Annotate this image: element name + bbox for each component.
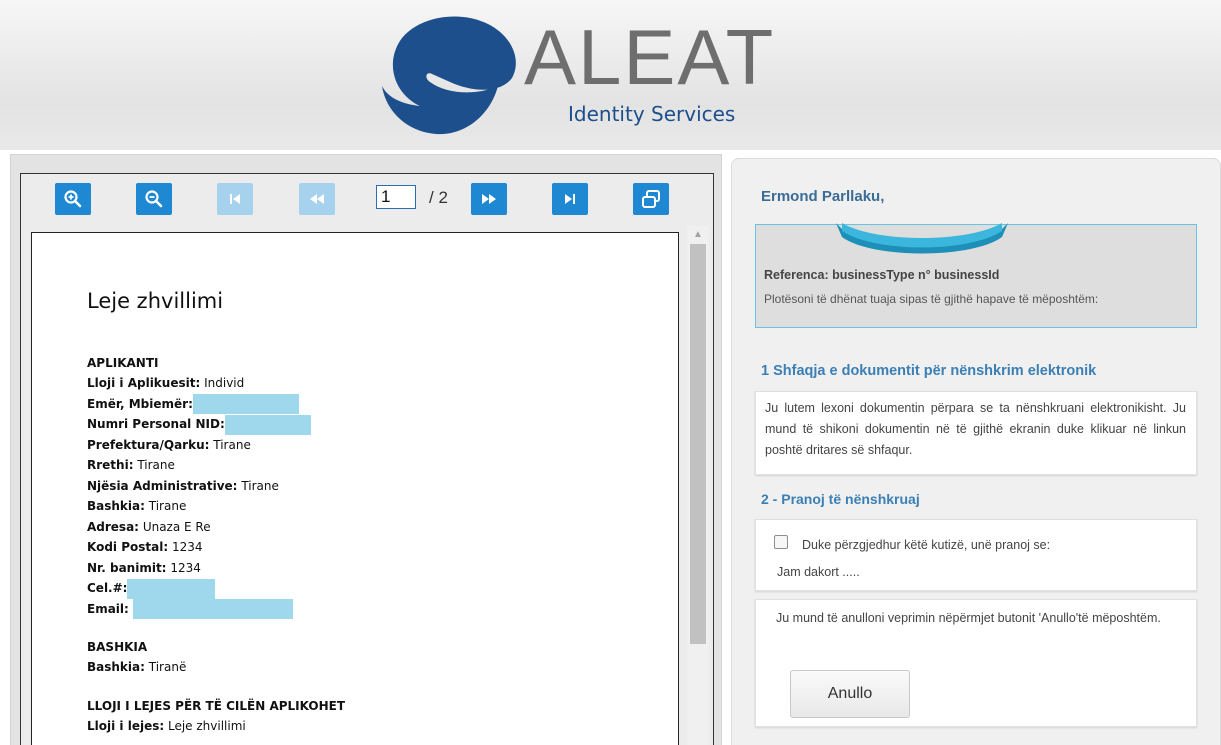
applicant-heading: APLIKANTI	[87, 356, 159, 370]
doc-field-district: Rrethi: Tirane	[87, 458, 175, 472]
scroll-up-arrow-icon[interactable]: ▲	[687, 226, 709, 244]
fullscreen-icon	[642, 190, 660, 208]
last-page-button[interactable]	[552, 183, 588, 215]
first-page-icon	[230, 194, 240, 204]
doc-field-building-no: Nr. banimit: 1234	[87, 560, 201, 575]
doc-field-bashkia: Bashkia: Tiranë	[87, 660, 187, 674]
permit-type-heading: LLOJI I LEJES PËR TË CILËN APLIKOHET	[87, 698, 346, 713]
doc-field-prefecture: Prefektura/Qarku: Tirane	[87, 437, 251, 452]
municipality-heading: BASHKIA	[87, 640, 148, 654]
doc-field-email: Email:	[87, 599, 647, 619]
cancel-card: Ju mund të anulloni veprimin nëpërmjet b…	[755, 599, 1197, 727]
next-page-button[interactable]	[471, 183, 507, 215]
step2-card: Duke përzgjedhur këtë kutizë, unë pranoj…	[755, 519, 1197, 591]
viewer-toolbar: / 2	[21, 174, 713, 226]
scrollbar-thumb[interactable]	[690, 244, 706, 644]
ribbon-icon	[836, 223, 1008, 254]
agree-text: Jam dakort .....	[777, 565, 860, 579]
redacted-name	[192, 394, 299, 414]
document-scrollbar[interactable]: ▲	[687, 226, 709, 745]
logo-tagline: Identity Services	[568, 102, 736, 126]
page-total: / 2	[429, 188, 448, 207]
cancel-info-text: Ju mund të anulloni veprimin nëpërmjet b…	[776, 611, 1161, 625]
instructions-text: Plotësoni të dhënat tuaja sipas të gjith…	[764, 292, 1099, 306]
step2-title: 2 - Pranoj të nënshkruaj	[761, 491, 920, 507]
zoom-in-button[interactable]	[55, 183, 91, 215]
zoom-in-icon	[64, 190, 82, 208]
doc-field-address: Adresa: Unaza E Re	[87, 519, 211, 534]
step1-card: Ju lutem lexoni dokumentin përpara se ta…	[755, 391, 1197, 475]
logo-wordmark: ALEAT	[524, 13, 776, 101]
last-page-icon	[565, 194, 575, 204]
step1-text: Ju lutem lexoni dokumentin përpara se ta…	[765, 401, 1186, 457]
doc-field-phone: Cel.#:	[87, 578, 647, 599]
header: ALEAT Identity Services	[0, 0, 1221, 150]
first-page-button[interactable]	[217, 183, 253, 215]
redacted-phone	[127, 578, 216, 599]
agree-checkbox-label[interactable]: Duke përzgjedhur këtë kutizë, unë pranoj…	[802, 538, 1050, 552]
document-body: APLIKANTI Lloji i Aplikuesit: Individ Em…	[87, 353, 647, 736]
previous-page-button[interactable]	[299, 183, 335, 215]
zoom-out-icon	[145, 190, 163, 208]
reference-text: Referenca: businessType n° businessId	[764, 268, 1000, 282]
doc-field-nid: Numri Personal NID:	[87, 414, 647, 435]
doc-field-applicant-type: Lloji i Aplikuesit: Individ	[87, 376, 245, 390]
doc-field-name: Emër, Mbiemër:	[87, 394, 647, 414]
logo-e-icon	[382, 16, 516, 135]
doc-field-permit-type: Lloji i lejes: Leje zhvillimi	[87, 718, 246, 733]
next-page-icon	[482, 194, 496, 204]
document-viewer: / 2 Leje zhvillimi APLIKANTI Lloji i Apl…	[20, 173, 714, 745]
doc-field-postal-code: Kodi Postal: 1234	[87, 540, 203, 554]
agree-checkbox[interactable]	[774, 535, 788, 549]
previous-page-icon	[310, 194, 324, 204]
document-title: Leje zhvillimi	[87, 289, 224, 313]
redacted-nid	[224, 414, 311, 435]
fullscreen-button[interactable]	[633, 183, 669, 215]
redacted-email	[132, 599, 293, 619]
step1-title: 1 Shfaqja e dokumentit për nënshkrim ele…	[761, 363, 1097, 379]
page-number-input[interactable]	[376, 185, 416, 209]
logo: ALEAT Identity Services	[380, 10, 780, 140]
cancel-button[interactable]: Anullo	[790, 670, 910, 718]
user-greeting: Ermond Parllaku,	[761, 188, 885, 205]
doc-field-admin-unit: Njësia Administrative: Tirane	[87, 478, 279, 493]
doc-field-municipality: Bashkia: Tirane	[87, 499, 187, 513]
document-page: Leje zhvillimi APLIKANTI Lloji i Aplikue…	[31, 232, 679, 745]
reference-box: Referenca: businessType n° businessId Pl…	[755, 223, 1197, 328]
zoom-out-button[interactable]	[136, 183, 172, 215]
